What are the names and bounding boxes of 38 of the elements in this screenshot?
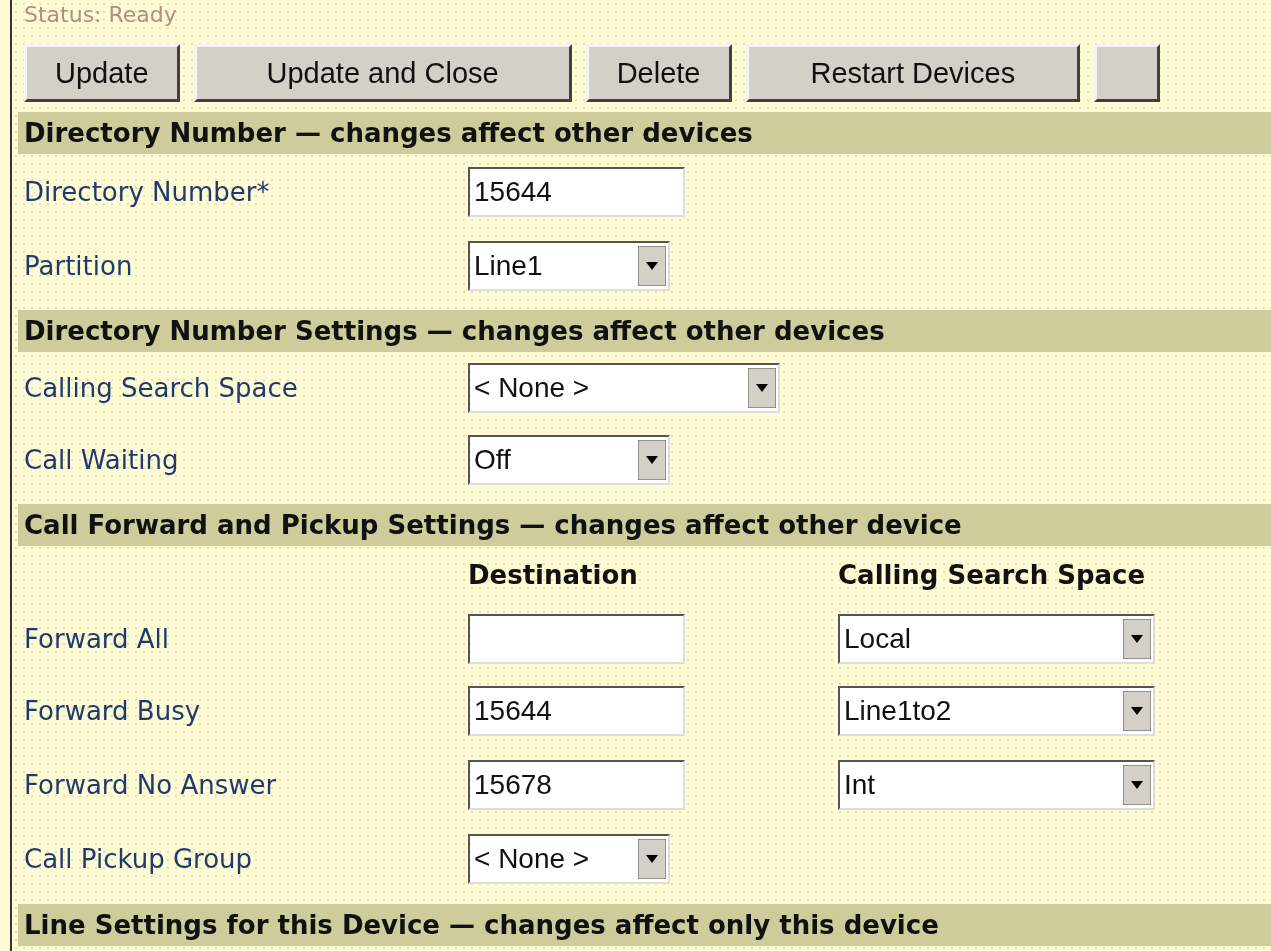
dropdown-arrow-icon[interactable] — [638, 440, 666, 480]
section-header: Line Settings for this Device — changes affect only this device — [18, 904, 1271, 946]
toolbar-button[interactable]: Restart Devices — [745, 44, 1081, 102]
text-field[interactable] — [468, 614, 685, 664]
section-header: Directory Number Settings — changes affect other devices — [18, 310, 1271, 352]
section-header: Directory Number — changes affect other devices — [18, 112, 1271, 154]
field-label: Forward Busy — [24, 696, 202, 726]
dropdown[interactable]: Line1to2 — [838, 686, 1155, 736]
field-label: Forward All — [24, 624, 171, 654]
field-label: Calling Search Space — [24, 373, 299, 403]
text-field[interactable]: 15678 — [468, 760, 685, 810]
toolbar-button[interactable]: Update — [24, 44, 180, 102]
dropdown[interactable]: Off — [468, 435, 670, 485]
section-header: Call Forward and Pickup Settings — changes affect other device — [18, 504, 1271, 546]
dropdown-arrow-icon[interactable] — [638, 246, 666, 286]
dropdown-arrow-icon[interactable] — [638, 839, 666, 879]
field-label: Directory Number* — [24, 177, 271, 207]
cut-off-button[interactable] — [1094, 44, 1161, 102]
field-label: Forward No Answer — [24, 770, 278, 800]
dropdown-arrow-icon[interactable] — [748, 368, 776, 408]
dropdown-arrow-icon[interactable] — [1123, 765, 1151, 805]
field-label: Partition — [24, 251, 134, 281]
field-label: Call Pickup Group — [24, 844, 254, 874]
dropdown[interactable]: Line1 — [468, 241, 670, 291]
dropdown[interactable]: Local — [838, 614, 1155, 664]
toolbar-button[interactable]: Delete — [585, 44, 732, 102]
dropdown-arrow-icon[interactable] — [1123, 619, 1151, 659]
text-field[interactable]: 15644 — [468, 686, 685, 736]
column-header: Calling Search Space — [838, 560, 1147, 590]
text-field[interactable]: 15644 — [468, 167, 685, 217]
status-text: Status: Ready — [24, 1, 178, 29]
dropdown[interactable]: < None > — [468, 834, 670, 884]
field-label: Call Waiting — [24, 445, 180, 475]
dropdown[interactable]: < None > — [468, 363, 780, 413]
dropdown-arrow-icon[interactable] — [1123, 691, 1151, 731]
column-header: Destination — [468, 560, 639, 590]
toolbar-button[interactable]: Update and Close — [193, 44, 572, 102]
dropdown[interactable]: Int — [838, 760, 1155, 810]
